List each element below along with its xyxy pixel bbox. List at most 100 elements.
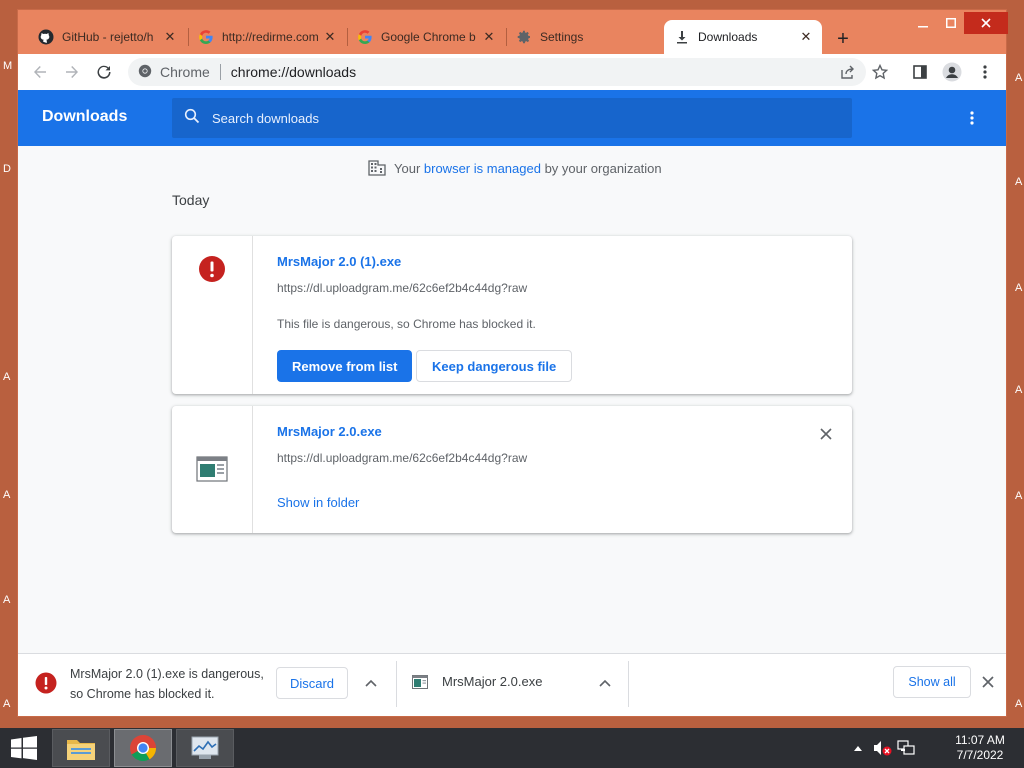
bookmark-button[interactable]	[868, 60, 892, 84]
maximize-button[interactable]	[936, 12, 966, 34]
share-button[interactable]	[836, 60, 860, 84]
tab-settings[interactable]: Settings	[506, 20, 664, 54]
tab-title: Google Chrome b	[381, 30, 476, 44]
task-manager-icon	[191, 736, 219, 759]
desktop-icon-label: A	[1015, 176, 1023, 188]
close-icon	[820, 428, 832, 440]
tab-google-chrome[interactable]: Google Chrome b ✕	[347, 20, 505, 54]
download-icon	[674, 29, 690, 45]
taskbar-chrome[interactable]	[114, 729, 172, 767]
side-panel-button[interactable]	[908, 60, 932, 84]
tab-title: Settings	[540, 30, 584, 44]
minimize-button[interactable]	[908, 12, 938, 34]
folder-icon	[67, 740, 95, 760]
taskbar-task-manager[interactable]	[176, 729, 234, 767]
downloads-menu-button[interactable]	[960, 106, 984, 130]
windows-logo-icon	[11, 736, 37, 760]
desktop-icon-label: A	[1015, 282, 1023, 294]
volume-muted-icon[interactable]	[872, 738, 892, 758]
executable-file-icon	[196, 456, 228, 487]
tab-downloads[interactable]: Downloads ✕	[664, 20, 822, 54]
close-shelf-button[interactable]	[978, 672, 998, 692]
google-icon	[198, 29, 214, 45]
search-input[interactable]	[212, 110, 812, 126]
desktop-icon-label: A	[3, 489, 11, 501]
address-url: chrome://downloads	[230, 64, 357, 80]
date-heading: Today	[172, 192, 210, 208]
tab-github[interactable]: GitHub - rejetto/h ✕	[28, 20, 186, 54]
managed-prefix: Your	[394, 160, 424, 176]
chrome-icon	[138, 64, 152, 81]
tab-strip: GitHub - rejetto/h ✕ http://redirme.com …	[18, 10, 1008, 54]
desktop-icon-label: A	[1015, 490, 1023, 502]
danger-icon	[198, 255, 226, 288]
close-icon[interactable]: ✕	[322, 29, 338, 45]
file-icon-column	[172, 236, 253, 394]
forward-button[interactable]	[60, 60, 84, 84]
file-icon-column	[172, 406, 253, 533]
share-icon	[841, 65, 854, 79]
close-icon[interactable]: ✕	[481, 29, 497, 45]
clock-time: 11:07 AM	[955, 733, 1005, 747]
tray-overflow-icon[interactable]	[848, 738, 868, 758]
close-icon[interactable]: ✕	[162, 29, 178, 45]
back-button[interactable]	[28, 60, 52, 84]
desktop-icon-label: A	[1015, 72, 1023, 84]
arrow-left-icon	[34, 66, 46, 78]
search-icon	[184, 108, 200, 129]
window-close-button[interactable]	[964, 12, 1008, 34]
tab-redirme[interactable]: http://redirme.com ✕	[188, 20, 346, 54]
show-in-folder-link[interactable]: Show in folder	[277, 495, 359, 510]
close-icon[interactable]: ✕	[798, 29, 814, 45]
network-icon[interactable]	[896, 738, 916, 758]
more-vert-icon	[970, 111, 974, 125]
downloads-header: Downloads	[18, 90, 1006, 146]
file-url[interactable]: https://dl.uploadgram.me/62c6ef2b4c44dg?…	[277, 281, 527, 295]
side-panel-icon	[913, 65, 927, 79]
downloads-content: Your browser is managed by your organiza…	[18, 146, 1006, 653]
chevron-up-icon[interactable]	[362, 674, 380, 692]
chrome-menu-button[interactable]	[973, 60, 997, 84]
system-clock[interactable]: 11:07 AM 7/7/2022	[944, 733, 1016, 763]
taskbar-file-explorer[interactable]	[52, 729, 110, 767]
close-icon	[982, 676, 994, 688]
managed-link[interactable]: browser is managed	[424, 161, 541, 176]
desktop-icon-label: A	[3, 371, 11, 383]
download-card-dangerous: MrsMajor 2.0 (1).exe https://dl.uploadgr…	[172, 236, 852, 394]
profile-button[interactable]	[940, 60, 964, 84]
desktop-icon-label: D	[3, 163, 11, 175]
desktop-icon-label: A	[3, 594, 11, 606]
download-card-completed: MrsMajor 2.0.exe https://dl.uploadgram.m…	[172, 406, 852, 533]
address-divider	[219, 64, 221, 80]
shelf-warning-text: MrsMajor 2.0 (1).exe is dangerous, so Ch…	[70, 667, 264, 701]
discard-button[interactable]: Discard	[276, 667, 348, 699]
tab-title: GitHub - rejetto/h	[62, 30, 154, 44]
desktop-icon-label: A	[1015, 384, 1023, 396]
reload-button[interactable]	[92, 60, 116, 84]
file-name-link[interactable]: MrsMajor 2.0 (1).exe	[277, 254, 401, 269]
clock-date: 7/7/2022	[956, 748, 1004, 762]
arrow-right-icon	[66, 66, 78, 78]
shelf-file-name[interactable]: MrsMajor 2.0.exe	[442, 674, 542, 689]
new-tab-button[interactable]: +	[830, 27, 856, 53]
address-bar[interactable]: Chrome chrome://downloads	[128, 58, 866, 86]
desktop-icon-label: A	[1015, 698, 1023, 710]
keep-dangerous-file-button[interactable]: Keep dangerous file	[416, 350, 573, 382]
remove-from-list-button[interactable]: Remove from list	[277, 350, 413, 382]
chrome-window: GitHub - rejetto/h ✕ http://redirme.com …	[17, 9, 1008, 717]
file-name-link[interactable]: MrsMajor 2.0.exe	[277, 424, 382, 439]
reload-icon	[97, 65, 111, 79]
search-bar[interactable]	[172, 98, 852, 138]
download-shelf: MrsMajor 2.0 (1).exe is dangerous, so Ch…	[18, 653, 1006, 716]
start-button[interactable]	[6, 734, 42, 762]
chevron-up-icon[interactable]	[596, 674, 614, 692]
managed-notice: Your browser is managed by your organiza…	[368, 160, 662, 176]
page-title: Downloads	[42, 108, 128, 125]
more-vert-icon	[983, 65, 987, 79]
google-icon	[357, 29, 373, 45]
tab-title: Downloads	[698, 30, 758, 44]
remove-item-button[interactable]	[816, 424, 836, 444]
browser-toolbar: Chrome chrome://downloads	[18, 54, 1006, 90]
file-url[interactable]: https://dl.uploadgram.me/62c6ef2b4c44dg?…	[277, 451, 527, 465]
show-all-button[interactable]: Show all	[893, 666, 971, 698]
